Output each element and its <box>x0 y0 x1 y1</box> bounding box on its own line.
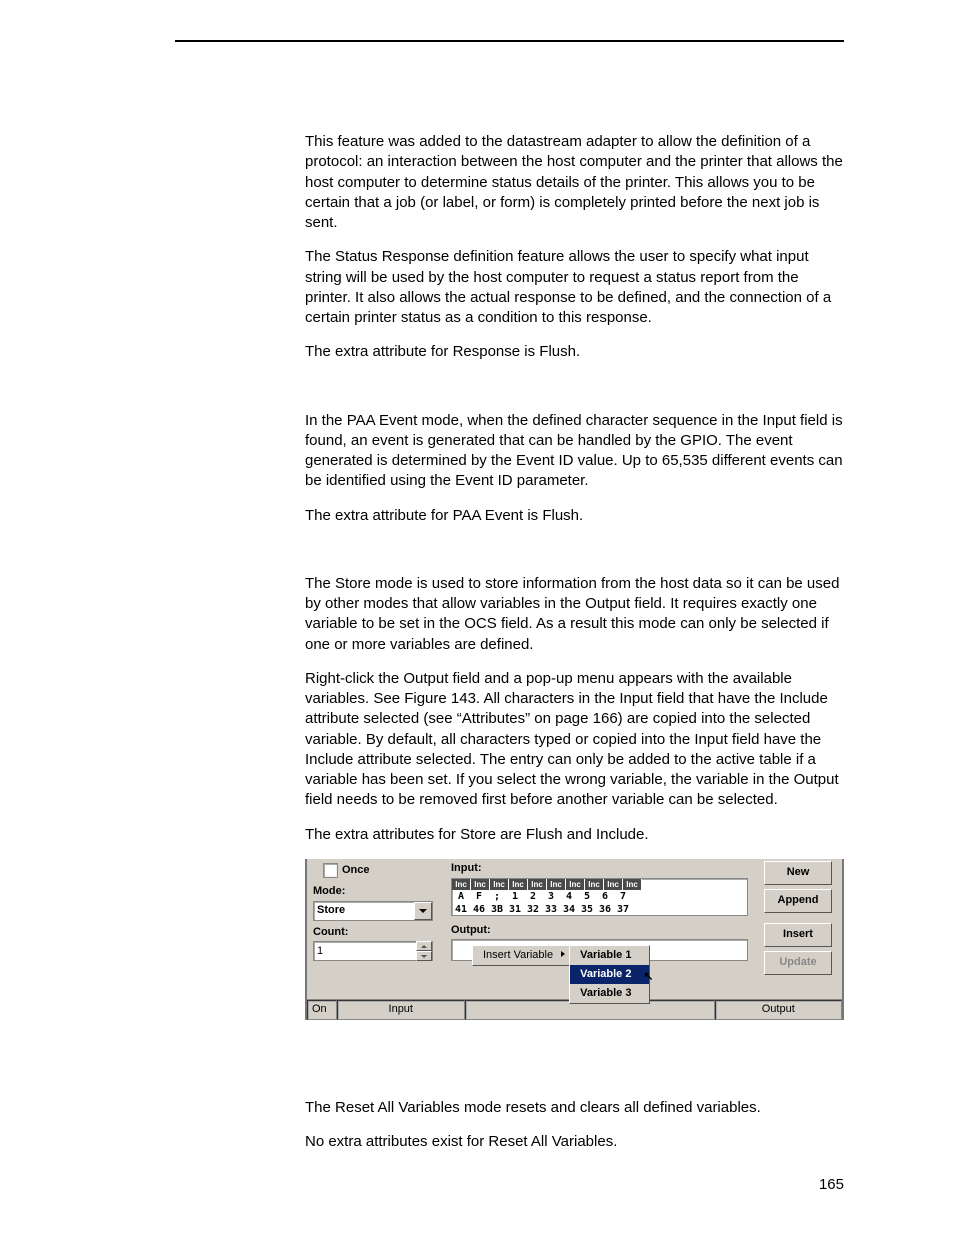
update-button: Update <box>764 951 832 975</box>
paragraph: This feature was added to the datastream… <box>305 132 844 233</box>
cursor-icon: ↖ <box>643 968 653 984</box>
mode-label: Mode: <box>313 884 443 899</box>
mode-dropdown[interactable]: Store <box>313 901 433 921</box>
body-text: This feature was added to the datastream… <box>305 132 844 1152</box>
paragraph: The Reset All Variables mode resets and … <box>305 1098 844 1118</box>
chevron-right-icon <box>561 951 565 957</box>
spin-up-button[interactable] <box>416 941 432 951</box>
top-rule <box>175 40 844 42</box>
page-number: 165 <box>819 1175 844 1195</box>
count-value: 1 <box>317 944 323 959</box>
chevron-down-icon <box>419 909 427 913</box>
input-label: Input: <box>451 861 758 876</box>
paragraph: The extra attributes for Store are Flush… <box>305 825 844 845</box>
figure-143: Once Mode: Store Input: Inc <box>305 859 844 1020</box>
chevron-up-icon <box>421 945 427 948</box>
variable-submenu: Variable 1 Variable 2 ↖ Variable 3 <box>569 945 650 1004</box>
status-on: On <box>307 1000 337 1020</box>
once-label: Once <box>342 863 370 878</box>
paragraph: The Store mode is used to store informat… <box>305 574 844 655</box>
input-chars: AF;1234567 <box>452 890 747 904</box>
insert-variable-item[interactable]: Insert Variable Variable 1 Variable 2 ↖ <box>473 946 569 965</box>
dropdown-button[interactable] <box>414 902 432 920</box>
count-spinner[interactable]: 1 <box>313 941 433 961</box>
status-input: Input <box>337 1000 465 1020</box>
variable-2-item[interactable]: Variable 2 ↖ <box>570 965 649 984</box>
paragraph: No extra attributes exist for Reset All … <box>305 1132 844 1152</box>
chevron-down-icon <box>421 955 427 958</box>
variable-1-item[interactable]: Variable 1 <box>570 946 649 965</box>
input-hex: 41463B31323334353637 <box>452 903 747 916</box>
insert-button[interactable]: Insert <box>764 923 832 947</box>
include-header: Inc Inc Inc Inc Inc Inc Inc Inc Inc Inc <box>452 879 747 890</box>
spin-down-button[interactable] <box>416 951 432 961</box>
paragraph: The Status Response definition feature a… <box>305 247 844 328</box>
new-button[interactable]: New <box>764 861 832 885</box>
output-field[interactable]: Insert Variable Variable 1 Variable 2 ↖ <box>451 939 748 961</box>
paragraph: In the PAA Event mode, when the defined … <box>305 411 844 492</box>
context-menu[interactable]: Insert Variable Variable 1 Variable 2 ↖ <box>472 945 570 966</box>
status-output: Output <box>715 1000 843 1020</box>
paragraph: The extra attribute for Response is Flus… <box>305 342 844 362</box>
append-button[interactable]: Append <box>764 889 832 913</box>
input-field[interactable]: Inc Inc Inc Inc Inc Inc Inc Inc Inc Inc <box>451 878 748 916</box>
once-checkbox[interactable] <box>323 863 338 878</box>
mode-value: Store <box>317 903 345 918</box>
output-label: Output: <box>451 923 758 938</box>
count-label: Count: <box>313 925 443 940</box>
paragraph: Right-click the Output field and a pop-u… <box>305 669 844 811</box>
paragraph: The extra attribute for PAA Event is Flu… <box>305 506 844 526</box>
variable-3-item[interactable]: Variable 3 <box>570 984 649 1003</box>
